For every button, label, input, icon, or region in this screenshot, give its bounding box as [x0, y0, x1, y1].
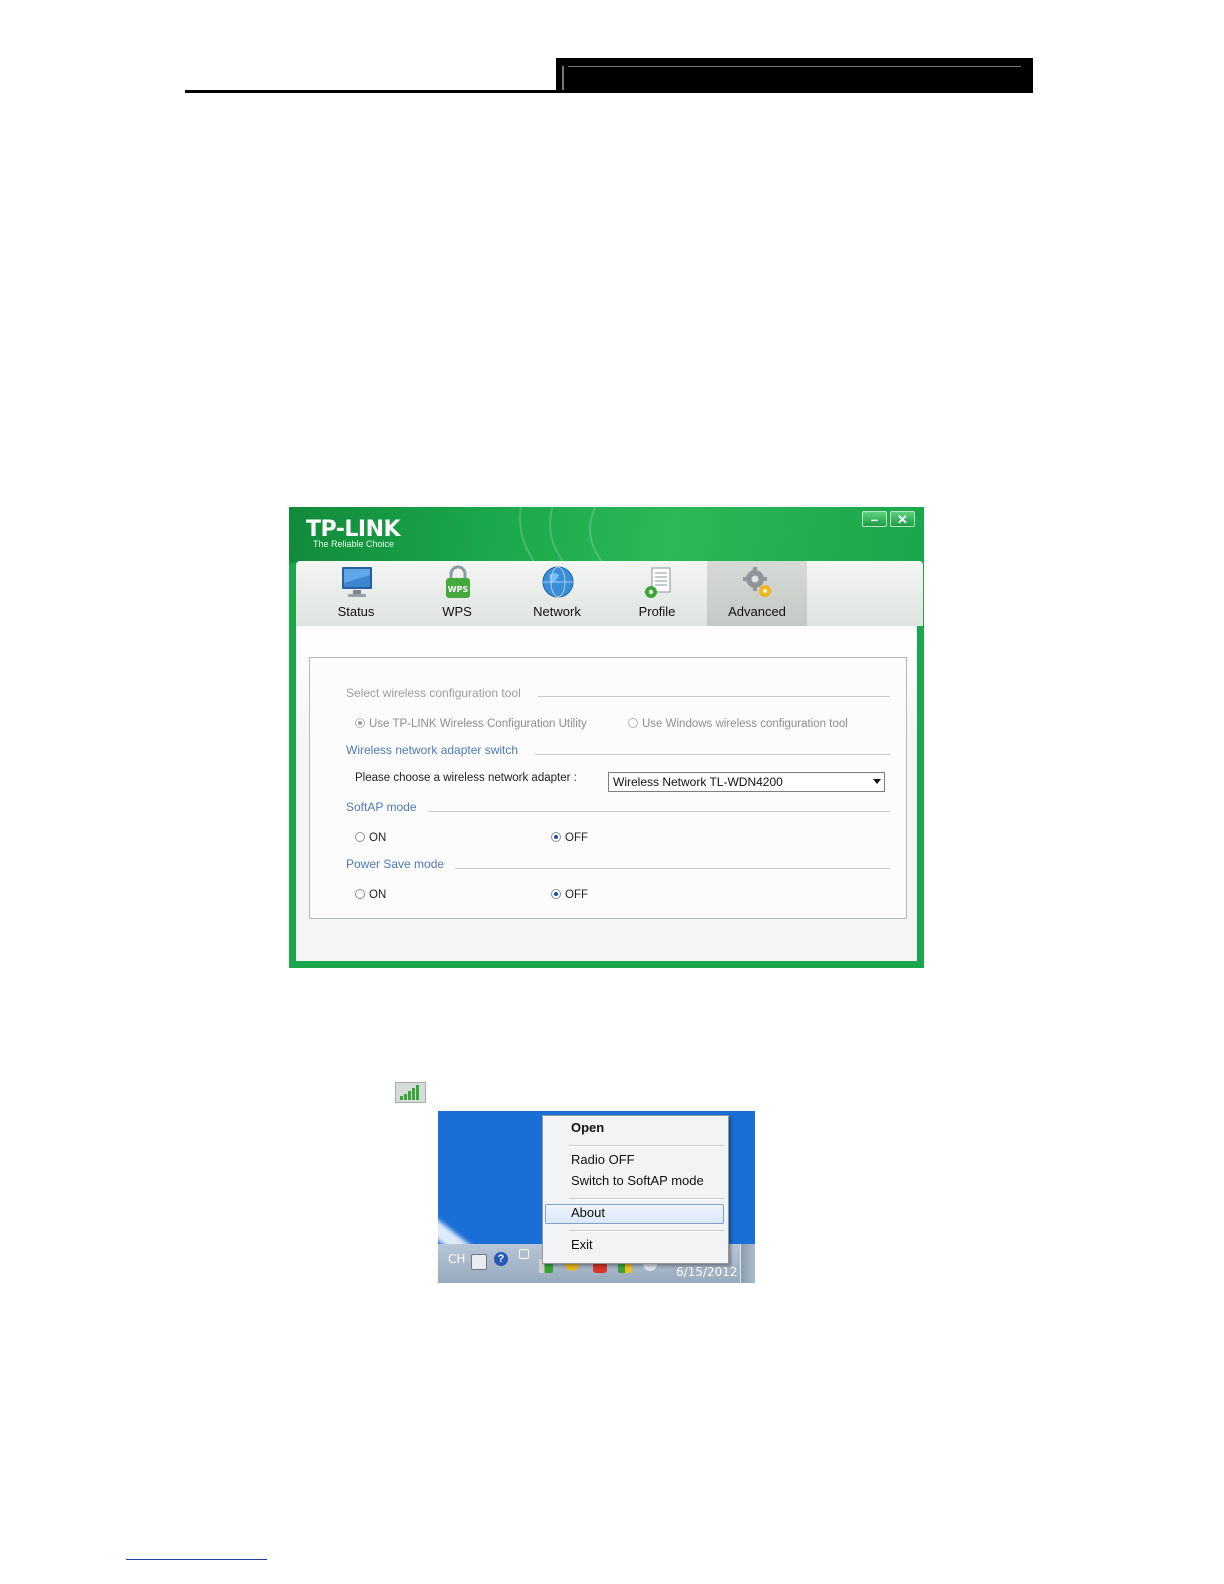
show-desktop-button[interactable]: [740, 1244, 755, 1283]
keyboard-icon[interactable]: [471, 1254, 487, 1270]
tab-advanced[interactable]: Advanced: [707, 561, 807, 626]
radio-label: Use TP-LINK Wireless Configuration Utili…: [369, 718, 587, 730]
tab-label: Advanced: [728, 604, 786, 619]
adapter-prompt: Please choose a wireless network adapter…: [355, 772, 577, 784]
tab-profile[interactable]: Profile: [607, 561, 707, 626]
header-inner-rule: [568, 66, 1021, 67]
signal-bars-icon: [395, 1082, 426, 1103]
header-tick: [562, 66, 564, 92]
tab-status[interactable]: Status: [306, 561, 406, 626]
page-header-block: [556, 58, 1033, 93]
power-save-on-radio[interactable]: ON: [355, 889, 386, 901]
power-save-off-radio[interactable]: OFF: [551, 889, 588, 901]
advanced-content: Select wireless configuration tool Use T…: [296, 626, 917, 961]
section-divider: [428, 811, 890, 812]
tray-context-menu: Open Radio OFF Switch to SoftAP mode Abo…: [542, 1115, 729, 1264]
radio-button[interactable]: [628, 718, 638, 728]
radio-button[interactable]: [551, 889, 561, 899]
softap-title: SoftAP mode: [346, 800, 417, 814]
close-button[interactable]: ✕: [890, 511, 915, 527]
language-indicator[interactable]: CH: [448, 1252, 465, 1266]
tab-label: Profile: [638, 604, 676, 619]
tab-label: Status: [337, 604, 375, 619]
adapter-select[interactable]: Wireless Network TL-WDN4200: [608, 772, 885, 792]
section-divider: [455, 868, 890, 869]
adapter-select-value: Wireless Network TL-WDN4200: [613, 775, 783, 789]
clock-date[interactable]: 6/15/2012: [676, 1265, 738, 1279]
section-divider: [535, 754, 890, 755]
page-header-rule: [185, 90, 1033, 93]
show-hidden-icons-icon[interactable]: [519, 1249, 529, 1259]
softap-on-radio[interactable]: ON: [355, 832, 386, 844]
menu-separator: [569, 1198, 724, 1200]
title-banner[interactable]: TP-LINK The Reliable Choice – ✕: [289, 507, 924, 563]
tplink-utility-window: TP-LINK The Reliable Choice – ✕ Status W…: [289, 507, 924, 968]
dropdown-arrow-icon[interactable]: [873, 779, 881, 784]
adapter-switch-title: Wireless network adapter switch: [346, 743, 519, 757]
tab-network[interactable]: Network: [507, 561, 607, 626]
svg-text:WPS: WPS: [448, 585, 469, 594]
settings-panel: Select wireless configuration tool Use T…: [309, 657, 907, 919]
menu-item-about[interactable]: About: [571, 1205, 605, 1220]
tab-label: Network: [533, 604, 581, 619]
menu-separator: [569, 1145, 724, 1147]
signal-bars-svg: [400, 1085, 419, 1100]
help-icon[interactable]: ?: [494, 1252, 508, 1266]
tab-label: WPS: [442, 604, 472, 619]
radio-button[interactable]: [355, 889, 365, 899]
tab-wps[interactable]: WPS WPS: [407, 561, 507, 626]
radio-label: Use Windows wireless configuration tool: [642, 718, 848, 730]
profile-document-icon: [645, 567, 671, 598]
section-divider: [538, 696, 890, 697]
config-tool-title: Select wireless configuration tool: [346, 686, 521, 700]
gears-icon: [743, 567, 771, 597]
radio-label: OFF: [565, 832, 588, 844]
radio-label: ON: [369, 889, 387, 901]
radio-button[interactable]: [355, 832, 365, 842]
radio-tplink-utility[interactable]: Use TP-LINK Wireless Configuration Utili…: [355, 718, 587, 730]
monitor-icon: [342, 567, 372, 597]
menu-separator: [569, 1230, 724, 1232]
radio-button[interactable]: [355, 718, 365, 728]
softap-off-radio[interactable]: OFF: [551, 832, 588, 844]
radio-label: OFF: [565, 889, 588, 901]
tab-bar: Status WPS WPS Network Profile Advanced: [296, 561, 923, 626]
globe-icon: [542, 566, 574, 598]
menu-item-exit[interactable]: Exit: [571, 1237, 593, 1252]
menu-item-open[interactable]: Open: [571, 1120, 604, 1135]
radio-label: ON: [369, 832, 387, 844]
menu-item-radio-off[interactable]: Radio OFF: [571, 1152, 635, 1167]
menu-item-switch-softap[interactable]: Switch to SoftAP mode: [571, 1173, 704, 1188]
footer-link-underline: [126, 1559, 267, 1560]
radio-windows-tool[interactable]: Use Windows wireless configuration tool: [628, 718, 848, 730]
power-save-title: Power Save mode: [346, 857, 445, 871]
logo-tagline: The Reliable Choice: [313, 539, 395, 549]
radio-button[interactable]: [551, 832, 561, 842]
tray-context-menu-screenshot: CH ? 6/15/2012 Open Radio OFF Switch to …: [438, 1111, 755, 1283]
wps-lock-icon: WPS: [446, 565, 470, 598]
minimize-button[interactable]: –: [862, 511, 887, 527]
